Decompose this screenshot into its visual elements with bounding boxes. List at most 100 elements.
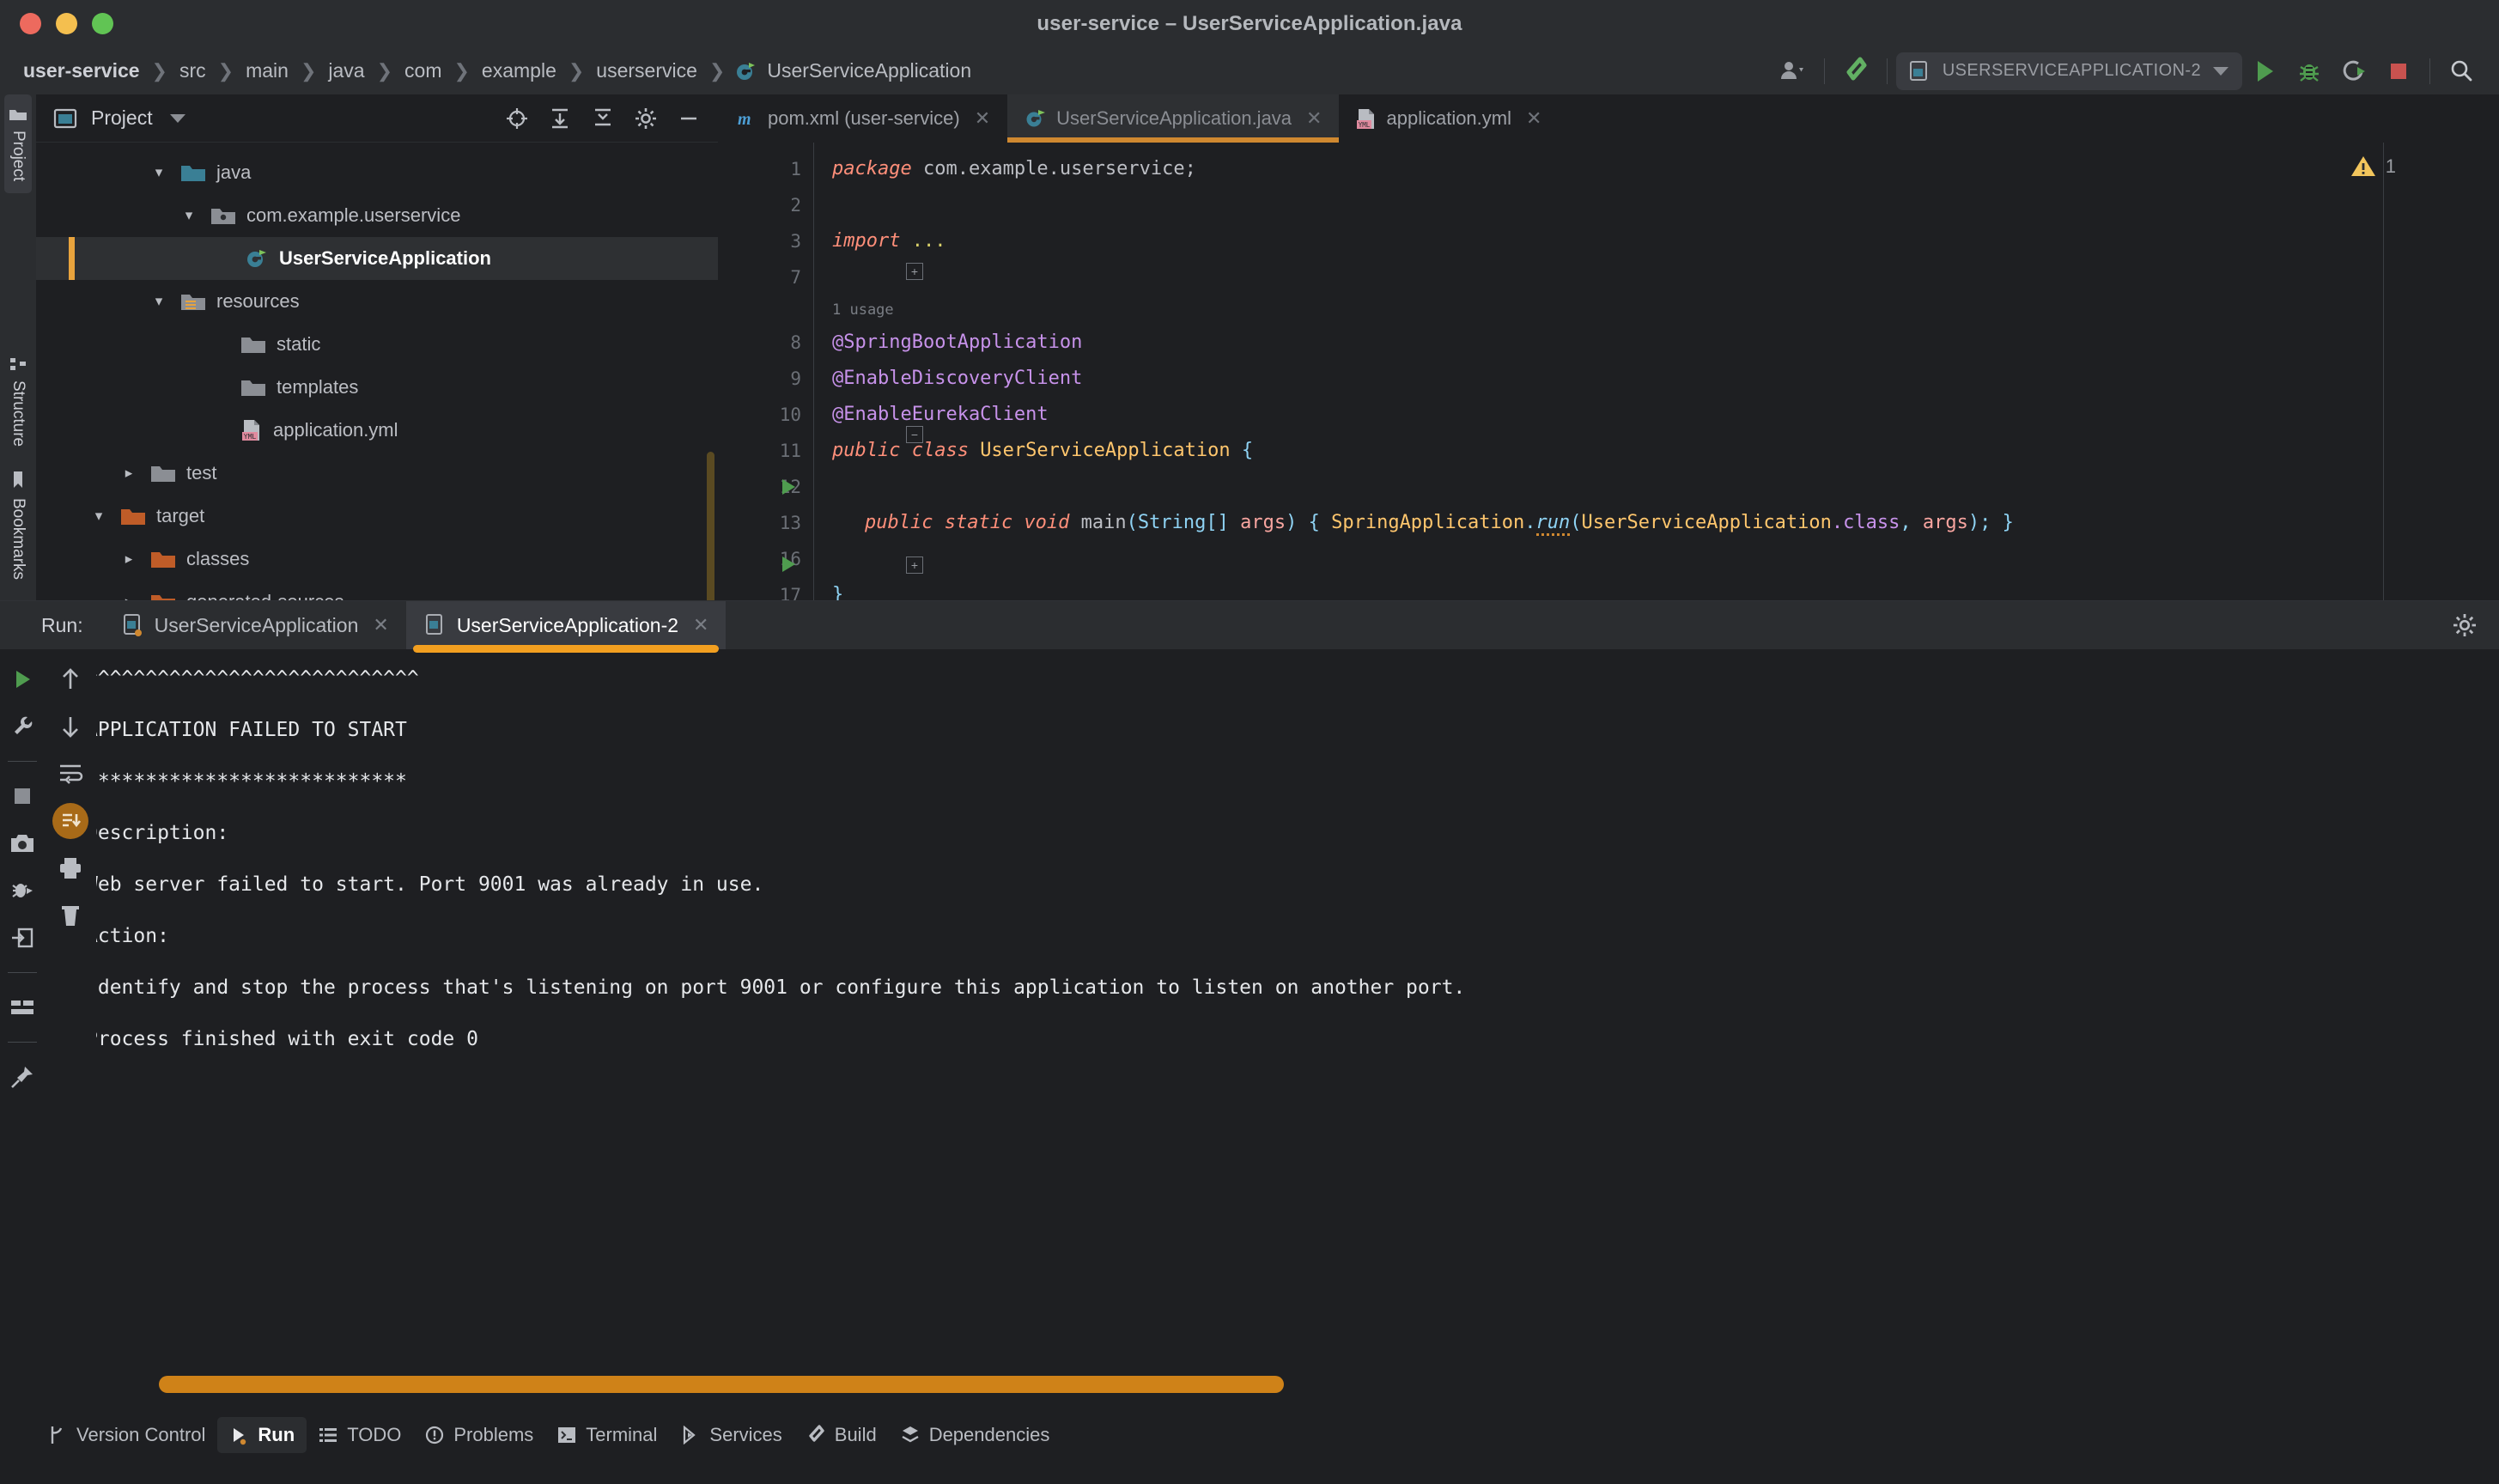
status-run[interactable]: Run xyxy=(217,1417,307,1453)
chevron-right-icon[interactable]: ▸ xyxy=(118,465,140,482)
pin-tab-icon[interactable] xyxy=(4,1059,40,1095)
yml-file-icon: YML xyxy=(240,418,263,442)
run-coverage-icon[interactable] xyxy=(2332,52,2376,90)
run-gutter-icon[interactable] xyxy=(782,556,795,572)
close-icon[interactable]: ✕ xyxy=(693,614,708,636)
close-icon[interactable]: ✕ xyxy=(1306,107,1322,130)
tree-item-target[interactable]: ▾ target xyxy=(36,495,718,538)
tree-item-classes[interactable]: ▸ classes xyxy=(36,538,718,581)
breadcrumb-class[interactable]: UserServiceApplication xyxy=(764,59,974,82)
camera-snapshot-icon[interactable] xyxy=(4,825,40,861)
select-opened-file-icon[interactable] xyxy=(500,101,534,136)
tree-item-package[interactable]: ▾ com.example.userservice xyxy=(36,194,718,237)
search-magnifier-icon[interactable] xyxy=(2439,52,2484,90)
tab-pom-xml[interactable]: m pom.xml (user-service) ✕ xyxy=(719,94,1007,143)
run-tab-userserviceapplication[interactable]: UserServiceApplication ✕ xyxy=(104,601,406,649)
print-icon[interactable] xyxy=(52,850,88,886)
breadcrumb-com[interactable]: com xyxy=(402,59,444,82)
tree-item-templates[interactable]: templates xyxy=(36,366,718,409)
user-account-icon[interactable] xyxy=(1771,52,1815,90)
chevron-down-icon[interactable]: ▾ xyxy=(178,207,200,224)
tree-item-test[interactable]: ▸ test xyxy=(36,452,718,495)
chevron-down-icon[interactable] xyxy=(169,113,185,123)
console-line: Description: xyxy=(96,822,229,844)
tree-item-static[interactable]: static xyxy=(36,323,718,366)
status-terminal[interactable]: Terminal xyxy=(545,1417,669,1453)
settings-gear-icon[interactable] xyxy=(2447,608,2482,642)
stop-square-icon[interactable] xyxy=(2376,52,2421,90)
close-icon[interactable]: ✕ xyxy=(1526,107,1541,130)
status-version-control[interactable]: Version Control xyxy=(36,1417,217,1453)
debug-bug-icon[interactable] xyxy=(2287,52,2332,90)
zoom-window-button[interactable] xyxy=(92,13,113,34)
status-problems[interactable]: Problems xyxy=(413,1417,545,1453)
console-horizontal-scrollbar[interactable] xyxy=(159,1376,1284,1393)
run-play-icon[interactable] xyxy=(2242,52,2287,90)
stop-square-icon[interactable] xyxy=(4,778,40,814)
tab-userserviceapplication-java[interactable]: UserServiceApplication.java ✕ xyxy=(1007,94,1340,143)
tab-application-yml[interactable]: YML application.yml ✕ xyxy=(1339,94,1559,143)
debug-restart-icon[interactable] xyxy=(4,873,40,909)
import-folded[interactable]: ... xyxy=(912,230,946,252)
run-tab-userserviceapplication-2[interactable]: UserServiceApplication-2 ✕ xyxy=(405,601,727,653)
wrench-settings-icon[interactable] xyxy=(4,709,40,745)
arrow-up-icon[interactable] xyxy=(52,661,88,697)
chevron-right-icon[interactable]: ▸ xyxy=(118,550,140,568)
close-window-button[interactable] xyxy=(20,13,41,34)
project-tree[interactable]: ▾ java ▾ com.example.userservice UserSer… xyxy=(36,143,718,600)
chevron-down-icon[interactable] xyxy=(2213,66,2228,76)
tree-item-generated-sources[interactable]: ▸ generated-sources xyxy=(36,581,718,600)
clear-trash-icon[interactable] xyxy=(52,897,88,934)
status-todo[interactable]: TODO xyxy=(307,1417,413,1453)
window-controls[interactable] xyxy=(20,13,113,34)
fold-collapse-icon[interactable]: − xyxy=(906,426,923,443)
tree-item-java[interactable]: ▾ java xyxy=(36,151,718,194)
chevron-down-icon[interactable]: ▾ xyxy=(148,293,170,310)
rerun-play-icon[interactable] xyxy=(4,661,40,697)
project-tree-scrollbar[interactable] xyxy=(707,452,714,600)
collapse-all-icon[interactable] xyxy=(586,101,620,136)
fold-expand-icon[interactable]: + xyxy=(906,263,923,280)
status-dependencies[interactable]: Dependencies xyxy=(889,1417,1062,1453)
minimize-window-button[interactable] xyxy=(56,13,77,34)
layout-columns-icon[interactable] xyxy=(4,989,40,1025)
editor-scroll-rail[interactable] xyxy=(2383,143,2384,600)
sidebar-item-bookmarks[interactable]: Bookmarks xyxy=(4,459,32,592)
close-icon[interactable]: ✕ xyxy=(373,614,388,636)
breadcrumb-userservice[interactable]: userservice xyxy=(593,59,700,82)
run-gutter-icon[interactable] xyxy=(782,479,795,495)
status-services[interactable]: Services xyxy=(669,1417,793,1453)
line-number-gutter[interactable]: 1 2 3 7 8 9 10 11 12 13 16 17 xyxy=(719,143,813,600)
tree-item-application-yml[interactable]: YML application.yml xyxy=(36,409,718,452)
toolbar-divider xyxy=(1823,58,1825,84)
breadcrumb-example[interactable]: example xyxy=(479,59,559,82)
soft-wrap-icon[interactable] xyxy=(52,756,88,792)
scroll-to-end-icon[interactable] xyxy=(52,803,88,839)
settings-gear-icon[interactable] xyxy=(629,101,663,136)
chevron-right-icon[interactable]: ▸ xyxy=(118,593,140,600)
run-configuration-selector[interactable]: USERSERVICEAPPLICATION-2 xyxy=(1895,52,2242,90)
breadcrumb-user-service[interactable]: user-service xyxy=(21,59,143,82)
status-build[interactable]: Build xyxy=(794,1417,889,1453)
breadcrumb-src[interactable]: src xyxy=(177,59,209,82)
hide-minimize-icon[interactable] xyxy=(672,101,706,136)
chevron-down-icon[interactable]: ▾ xyxy=(148,164,170,181)
sidebar-item-project[interactable]: Project xyxy=(4,94,32,194)
fold-expand-icon[interactable]: + xyxy=(906,556,923,574)
breadcrumb-java[interactable]: java xyxy=(325,59,367,82)
chevron-down-icon[interactable]: ▾ xyxy=(88,508,110,525)
expand-all-icon[interactable] xyxy=(543,101,577,136)
code-viewport[interactable]: 1 2 3 7 8 9 10 11 12 13 16 17 package co… xyxy=(719,143,2499,600)
tree-item-resources[interactable]: ▾ resources xyxy=(36,280,718,323)
tree-item-userserviceapplication[interactable]: UserServiceApplication xyxy=(36,237,718,280)
export-import-icon[interactable] xyxy=(4,920,40,956)
hammer-build-icon[interactable] xyxy=(1833,52,1878,90)
inspection-status[interactable]: 1 xyxy=(2350,155,2396,178)
console-output[interactable]: ^^^^^^^^^^^^^^^^^^^^^^^^^^^^ APPLICATION… xyxy=(96,649,2499,1412)
arrow-down-icon[interactable] xyxy=(52,709,88,745)
code-line-1: package com.example.userservice; xyxy=(813,151,2383,187)
sidebar-item-structure[interactable]: Structure xyxy=(4,344,32,459)
breadcrumb-main[interactable]: main xyxy=(243,59,291,82)
code-text[interactable]: package com.example.userservice; import … xyxy=(813,143,2383,600)
close-icon[interactable]: ✕ xyxy=(975,107,990,130)
